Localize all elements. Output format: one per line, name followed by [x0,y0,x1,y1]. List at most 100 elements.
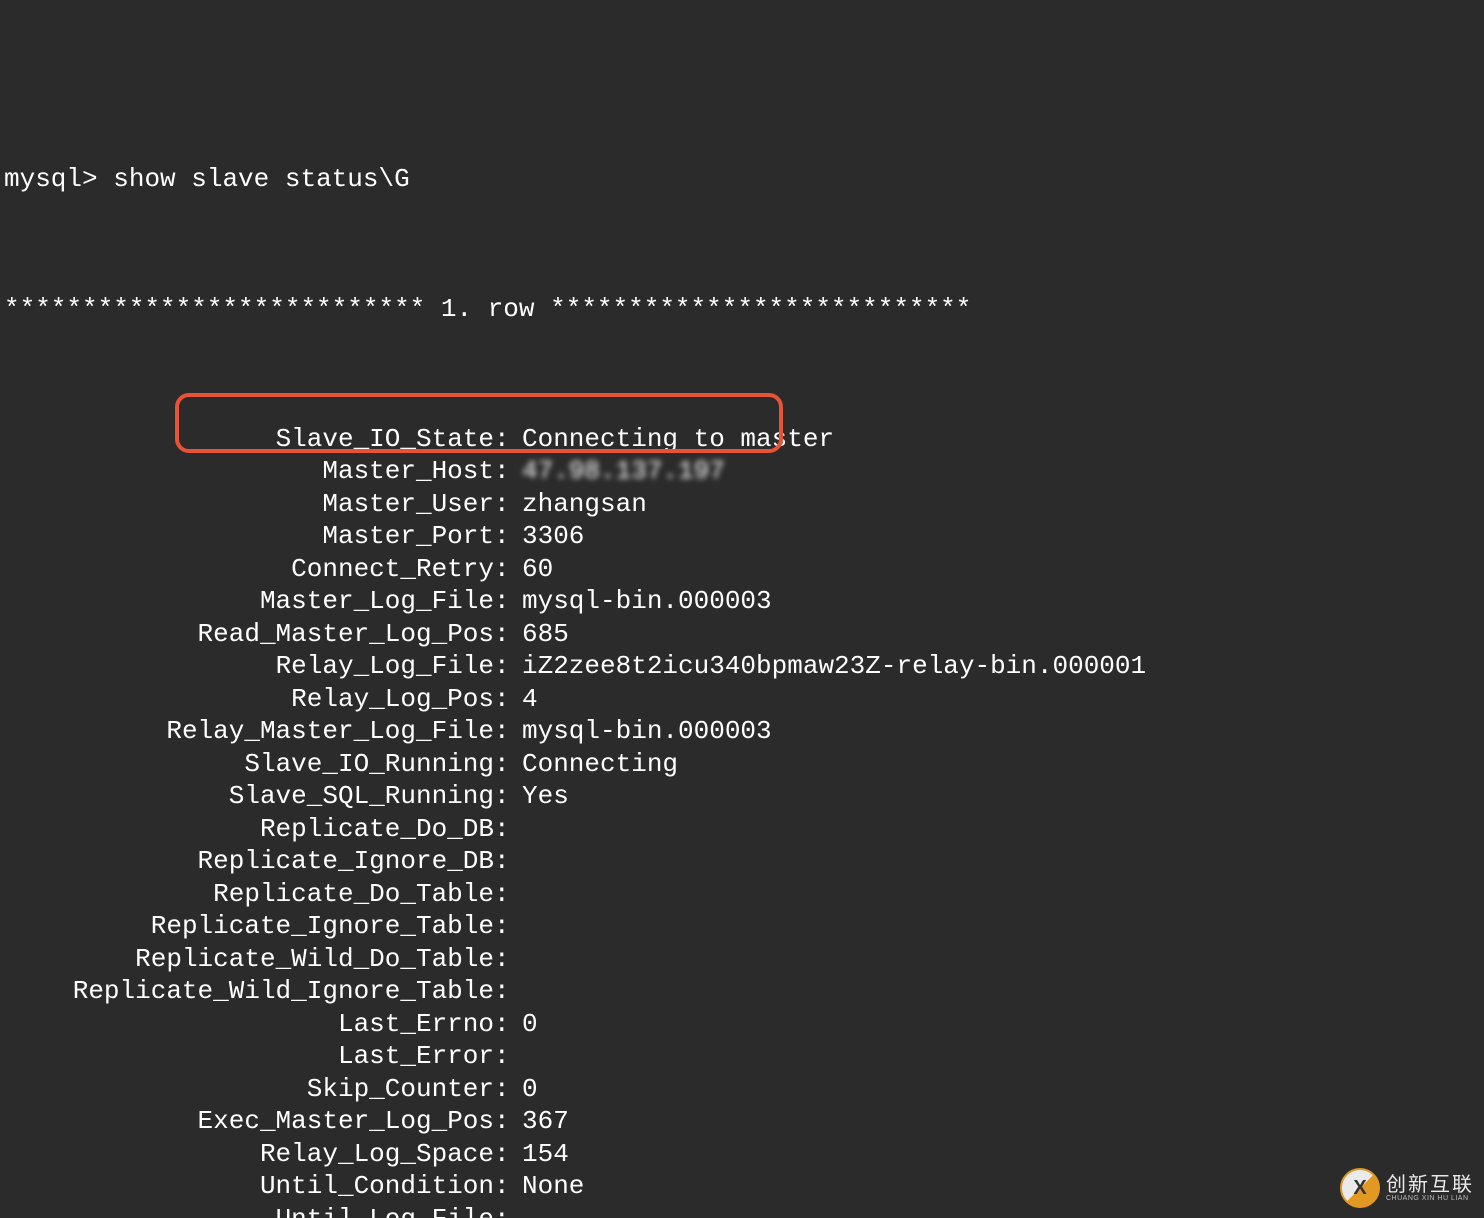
field-label: Last_Error [4,1040,494,1073]
status-row: Relay_Log_File: iZ2zee8t2icu340bpmaw23Z-… [4,650,1480,683]
status-row: Until_Log_File: [4,1203,1480,1218]
field-value: mysql-bin.000003 [522,585,772,618]
terminal-output[interactable]: 1 row in set (0.00 sec) mysql> show slav… [0,0,1484,1218]
status-row: Relay_Master_Log_File: mysql-bin.000003 [4,715,1480,748]
field-separator: : [494,845,522,878]
field-separator: : [494,520,522,553]
status-row: Slave_IO_State: Connecting to master [4,423,1480,456]
field-separator: : [494,975,522,1008]
field-label: Connect_Retry [4,553,494,586]
field-separator: : [494,1170,522,1203]
field-label: Skip_Counter [4,1073,494,1106]
watermark-sub-text: CHUANG XIN HU LIAN [1386,1195,1474,1202]
field-value: mysql-bin.000003 [522,715,772,748]
field-value: Connecting to master [522,423,834,456]
status-row: Exec_Master_Log_Pos: 367 [4,1105,1480,1138]
status-row: Until_Condition: None [4,1170,1480,1203]
field-separator: : [494,1138,522,1171]
sql-command: show slave status\G [113,163,409,196]
field-value: 367 [522,1105,569,1138]
field-separator: : [494,1203,522,1218]
status-row: Slave_SQL_Running: Yes [4,780,1480,813]
field-label: Relay_Master_Log_File [4,715,494,748]
status-fields: Slave_IO_State: Connecting to masterMast… [4,423,1480,1218]
field-label: Replicate_Wild_Ignore_Table [4,975,494,1008]
watermark: X 创新互联 CHUANG XIN HU LIAN [1340,1168,1474,1208]
field-label: Read_Master_Log_Pos [4,618,494,651]
field-value: 3306 [522,520,584,553]
watermark-logo-icon: X [1340,1168,1380,1208]
status-row: Replicate_Wild_Ignore_Table: [4,975,1480,1008]
field-separator: : [494,748,522,781]
field-separator: : [494,1073,522,1106]
field-label: Until_Condition [4,1170,494,1203]
field-value: Connecting [522,748,678,781]
status-row: Master_User: zhangsan [4,488,1480,521]
field-separator: : [494,1008,522,1041]
field-separator: : [494,715,522,748]
field-label: Slave_IO_State [4,423,494,456]
status-row: Last_Error: [4,1040,1480,1073]
field-label: Relay_Log_Space [4,1138,494,1171]
field-separator: : [494,423,522,456]
prompt-line: mysql> show slave status\G [4,163,1480,196]
status-row: Relay_Log_Space: 154 [4,1138,1480,1171]
field-label: Replicate_Do_Table [4,878,494,911]
field-separator: : [494,618,522,651]
field-label: Replicate_Wild_Do_Table [4,943,494,976]
field-value: 47.98.137.197 [522,455,725,488]
field-separator: : [494,683,522,716]
field-label: Master_User [4,488,494,521]
field-value: None [522,1170,584,1203]
status-row: Replicate_Do_Table: [4,878,1480,911]
field-separator: : [494,585,522,618]
field-value: iZ2zee8t2icu340bpmaw23Z-relay-bin.000001 [522,650,1146,683]
mysql-prompt: mysql> [4,163,98,196]
field-separator: : [494,553,522,586]
status-row: Connect_Retry: 60 [4,553,1480,586]
status-row: Read_Master_Log_Pos: 685 [4,618,1480,651]
field-label: Slave_SQL_Running [4,780,494,813]
field-label: Relay_Log_File [4,650,494,683]
field-separator: : [494,1105,522,1138]
field-separator: : [494,650,522,683]
field-value: 685 [522,618,569,651]
field-separator: : [494,813,522,846]
field-separator: : [494,455,522,488]
field-separator: : [494,488,522,521]
status-row: Slave_IO_Running: Connecting [4,748,1480,781]
status-row: Last_Errno: 0 [4,1008,1480,1041]
status-row: Replicate_Do_DB: [4,813,1480,846]
field-label: Relay_Log_Pos [4,683,494,716]
status-row: Master_Host: 47.98.137.197 [4,455,1480,488]
watermark-main-text: 创新互联 [1386,1175,1474,1195]
status-row: Replicate_Ignore_Table: [4,910,1480,943]
row-header: *************************** 1. row *****… [4,293,1480,326]
field-separator: : [494,910,522,943]
field-value: 154 [522,1138,569,1171]
status-row: Replicate_Wild_Do_Table: [4,943,1480,976]
field-label: Exec_Master_Log_Pos [4,1105,494,1138]
field-label: Master_Host [4,455,494,488]
status-row: Relay_Log_Pos: 4 [4,683,1480,716]
field-separator: : [494,878,522,911]
field-label: Replicate_Ignore_Table [4,910,494,943]
field-separator: : [494,780,522,813]
field-value: 0 [522,1073,538,1106]
field-label: Slave_IO_Running [4,748,494,781]
field-value: Yes [522,780,569,813]
field-label: Replicate_Ignore_DB [4,845,494,878]
field-value: 0 [522,1008,538,1041]
field-label: Last_Errno [4,1008,494,1041]
field-separator: : [494,943,522,976]
field-label: Master_Port [4,520,494,553]
field-separator: : [494,1040,522,1073]
field-value: zhangsan [522,488,647,521]
status-row: Master_Port: 3306 [4,520,1480,553]
field-value: 4 [522,683,538,716]
status-row: Master_Log_File: mysql-bin.000003 [4,585,1480,618]
field-label: Master_Log_File [4,585,494,618]
field-label: Until_Log_File [4,1203,494,1218]
status-row: Replicate_Ignore_DB: [4,845,1480,878]
status-row: Skip_Counter: 0 [4,1073,1480,1106]
